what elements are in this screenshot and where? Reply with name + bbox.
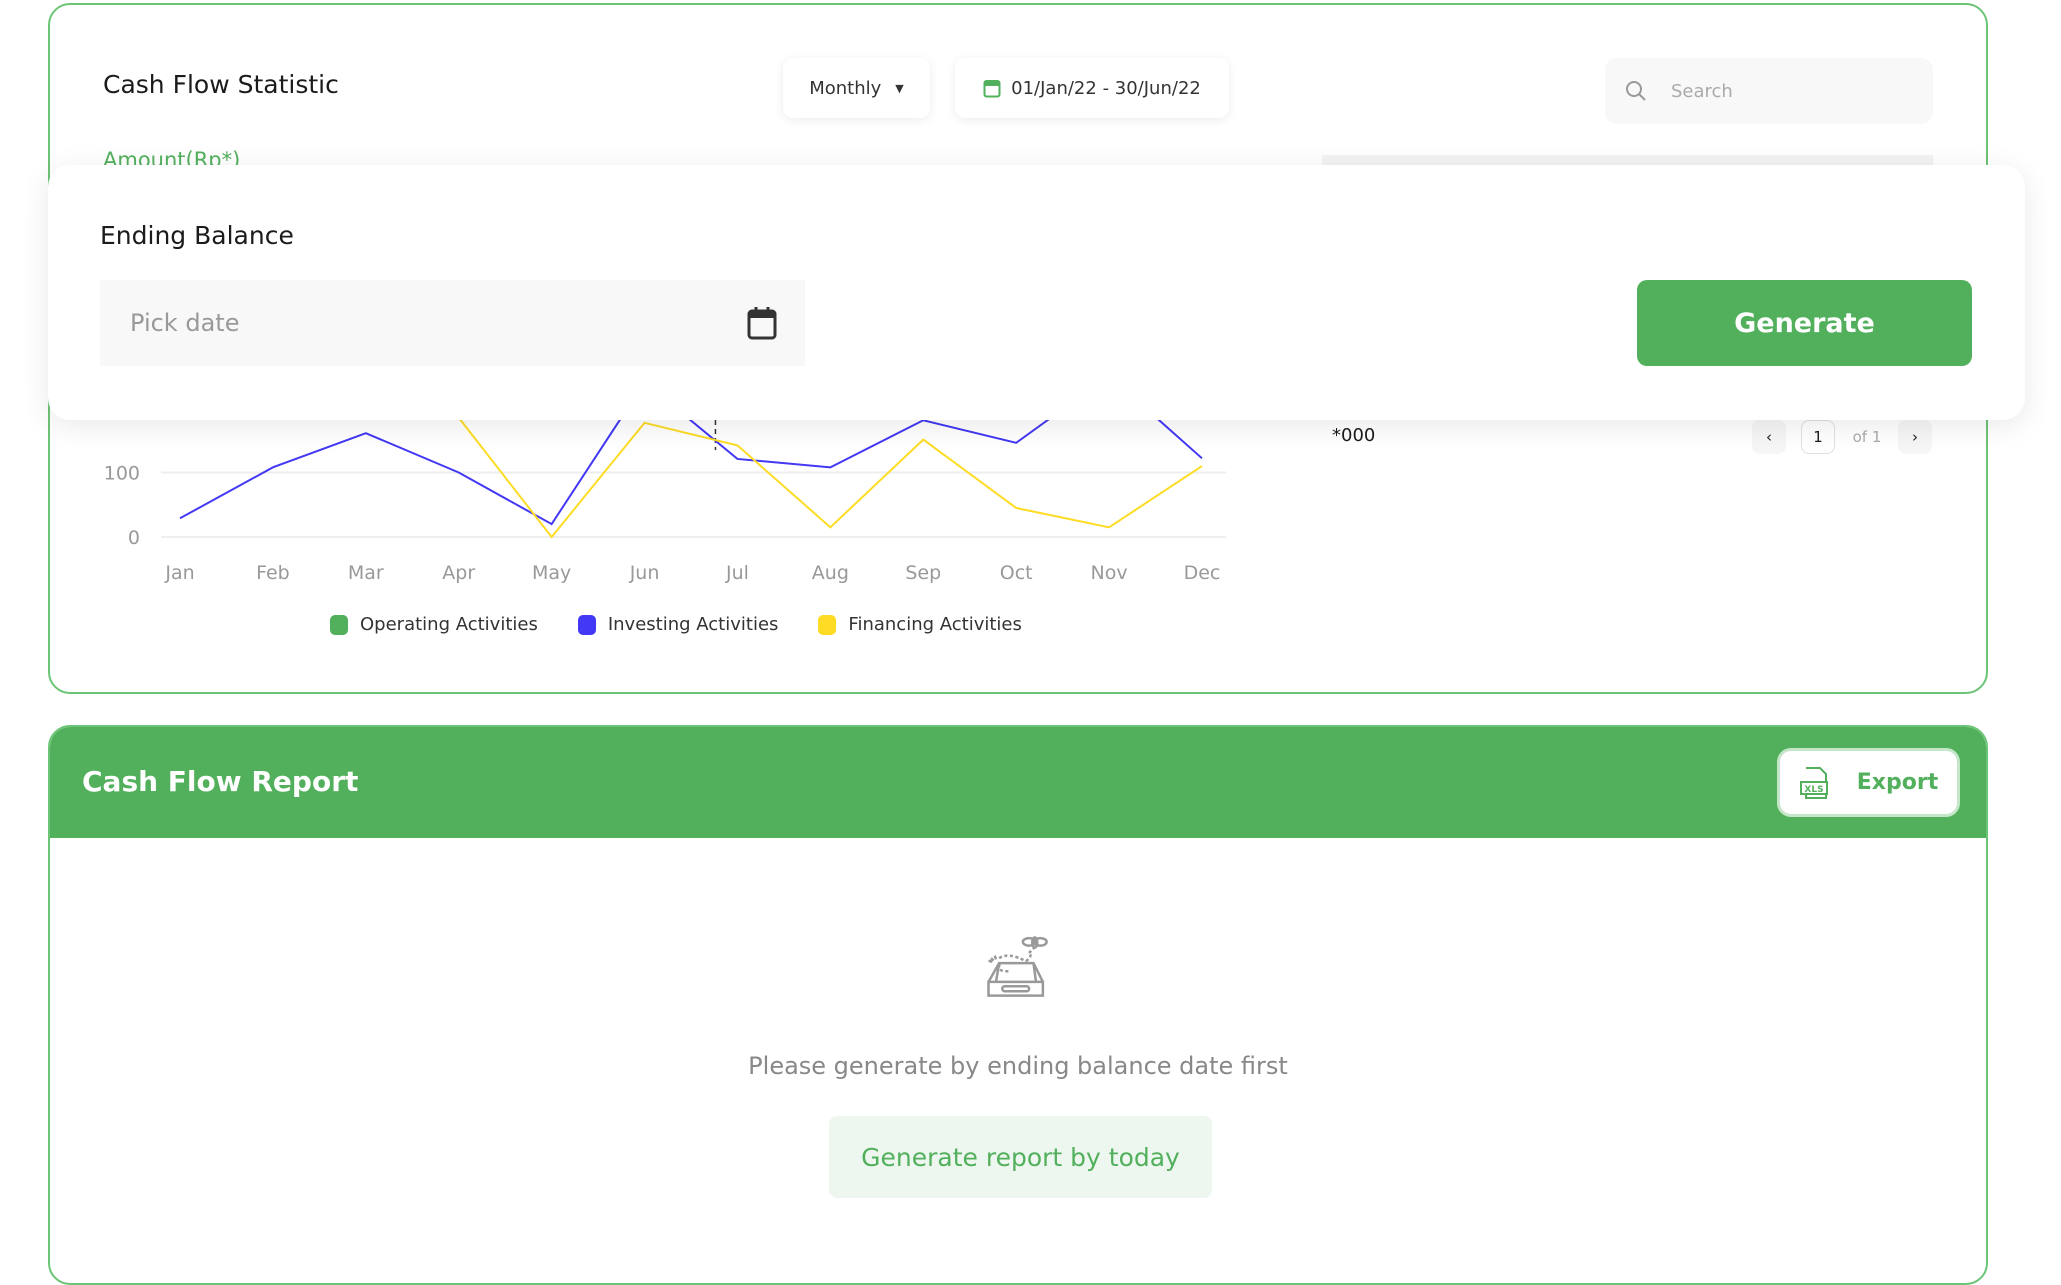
- calendar-icon[interactable]: [747, 306, 777, 340]
- x-tick-label: Dec: [1184, 562, 1221, 584]
- svg-text:XLS: XLS: [1804, 785, 1823, 795]
- cash-flow-report-card: Cash Flow Report XLS Export Please gener…: [48, 725, 1988, 1285]
- x-tick-label: Jul: [725, 562, 749, 584]
- x-tick-label: Oct: [1000, 562, 1033, 584]
- next-page-button[interactable]: ›: [1898, 420, 1932, 454]
- x-tick-label: Nov: [1091, 562, 1128, 584]
- current-page[interactable]: 1: [1801, 420, 1835, 454]
- ending-balance-panel: Ending Balance Generate: [48, 165, 2025, 420]
- search-box[interactable]: [1605, 58, 1933, 124]
- y-tick-label: 100: [104, 463, 140, 485]
- report-header: Cash Flow Report XLS Export: [50, 727, 1986, 838]
- pick-date-field[interactable]: [100, 280, 805, 366]
- legend-swatch: [578, 615, 596, 635]
- export-label: Export: [1857, 770, 1938, 795]
- unit-label: *000: [1332, 425, 1375, 446]
- legend-swatch: [818, 615, 836, 635]
- export-button[interactable]: XLS Export: [1777, 748, 1960, 817]
- empty-state-message: Please generate by ending balance date f…: [50, 1052, 1986, 1080]
- generate-button[interactable]: Generate: [1637, 280, 1972, 366]
- search-icon: [1625, 80, 1647, 102]
- x-tick-label: Sep: [905, 562, 941, 584]
- legend-label: Investing Activities: [608, 614, 779, 635]
- legend-item[interactable]: Financing Activities: [818, 614, 1021, 635]
- x-tick-label: Mar: [348, 562, 384, 584]
- chart-legend: Operating Activities Investing Activities…: [330, 614, 1022, 635]
- legend-label: Operating Activities: [360, 614, 538, 635]
- prev-page-button[interactable]: ‹: [1752, 420, 1786, 454]
- x-tick-label: Jan: [164, 562, 194, 584]
- legend-item[interactable]: Operating Activities: [330, 614, 538, 635]
- ending-balance-title: Ending Balance: [100, 221, 294, 250]
- legend-label: Financing Activities: [848, 614, 1021, 635]
- xls-file-icon: XLS: [1799, 766, 1831, 800]
- page-total: of 1: [1850, 420, 1884, 454]
- generate-report-today-button[interactable]: Generate report by today: [829, 1116, 1212, 1198]
- x-tick-label: Apr: [442, 562, 475, 584]
- search-input[interactable]: [1669, 80, 1893, 103]
- report-title: Cash Flow Report: [82, 765, 358, 798]
- x-tick-label: Feb: [256, 562, 290, 584]
- x-tick-label: May: [532, 562, 571, 584]
- legend-swatch: [330, 615, 348, 635]
- y-tick-label: 0: [128, 527, 140, 549]
- empty-box-icon: [971, 915, 1071, 1020]
- x-tick-label: Aug: [812, 562, 849, 584]
- pick-date-input[interactable]: [128, 308, 632, 338]
- legend-item[interactable]: Investing Activities: [578, 614, 779, 635]
- x-tick-label: Jun: [629, 562, 660, 584]
